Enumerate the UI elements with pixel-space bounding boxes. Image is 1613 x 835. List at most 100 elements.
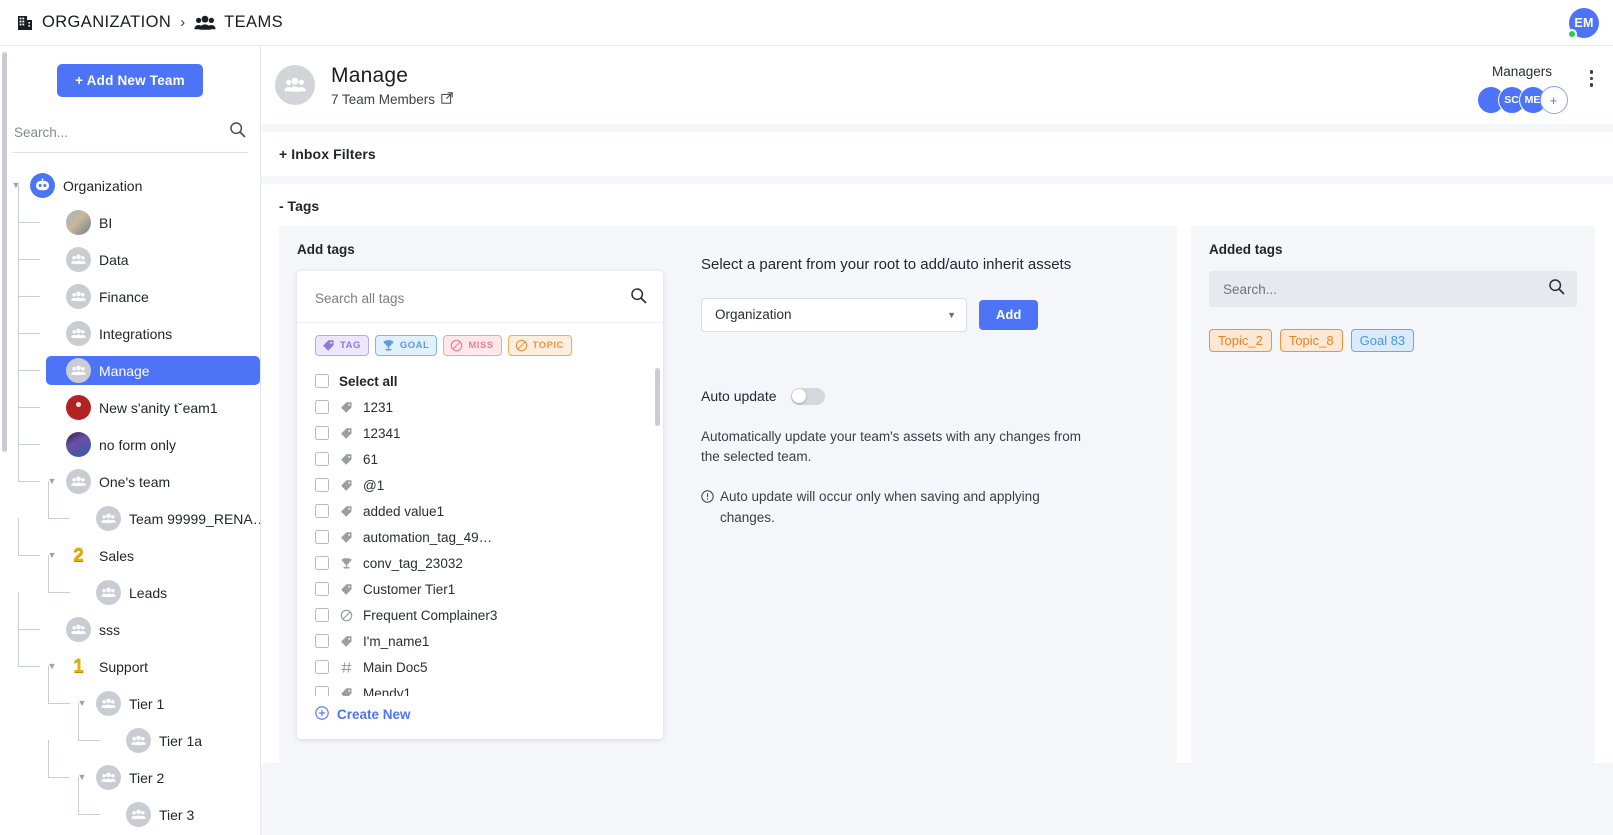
- sidebar-item-manage[interactable]: ▼ Manage: [0, 333, 260, 389]
- chevron-down-icon[interactable]: ▼: [10, 181, 22, 190]
- added-tags-search-input[interactable]: [1223, 281, 1540, 297]
- avatar[interactable]: EM: [1567, 7, 1599, 39]
- checkbox[interactable]: [315, 530, 329, 544]
- sidebar-item-tier-1[interactable]: ▼ Tier 1: [0, 666, 260, 722]
- search-icon[interactable]: [630, 287, 647, 309]
- tag-list-scrollbar[interactable]: [655, 368, 660, 426]
- tag-list-item[interactable]: automation_tag_49…: [297, 524, 663, 550]
- search-icon[interactable]: [1548, 278, 1565, 300]
- sidebar-item-one-s-team[interactable]: ▼ One's team: [0, 444, 260, 500]
- checkbox[interactable]: [315, 582, 329, 596]
- sidebar-item-hit[interactable]: ▼ Integrations: [46, 319, 260, 348]
- team-badge-number: 2: [73, 544, 84, 566]
- checkbox[interactable]: [315, 556, 329, 570]
- chevron-down-icon[interactable]: ▼: [947, 310, 956, 320]
- sidebar-item-hit[interactable]: ▼ 2 Sales: [46, 541, 260, 570]
- team-members-link[interactable]: 7 Team Members: [331, 92, 453, 107]
- checkbox[interactable]: [315, 478, 329, 492]
- tag-list-item[interactable]: @1: [297, 472, 663, 498]
- sidebar-item-hit[interactable]: ▼ Leads: [76, 578, 260, 607]
- sidebar-item-team-99999-rena[interactable]: ▼ Team 99999_RENA…: [0, 481, 260, 537]
- tag-list-item[interactable]: Frequent Complainer3: [297, 602, 663, 628]
- sidebar-item-hit[interactable]: ▼ Team 99999_RENA…: [76, 504, 260, 533]
- sidebar-item-tier-2[interactable]: ▼ Tier 2: [0, 740, 260, 796]
- add-button[interactable]: Add: [979, 299, 1039, 330]
- tag-search[interactable]: [297, 271, 663, 323]
- sidebar-item-hit[interactable]: ▼ One's team: [46, 467, 260, 496]
- sidebar-item-hit[interactable]: ▼ Tier 1a: [106, 726, 260, 755]
- section-tags-label[interactable]: - Tags: [279, 198, 1595, 214]
- sidebar-item-bi[interactable]: ▼ BI: [0, 185, 260, 241]
- sidebar-item-data[interactable]: ▼ Data: [0, 222, 260, 278]
- tag-list-item[interactable]: Customer Tier1: [297, 576, 663, 602]
- sidebar-item-no-form-only[interactable]: ▼ no form only: [0, 407, 260, 463]
- sidebar-item-support[interactable]: ▼ 1 Support: [0, 629, 260, 685]
- sidebar-item-sss[interactable]: ▼ sss: [0, 592, 260, 648]
- sidebar-item-tier-1a[interactable]: ▼ Tier 1a: [0, 703, 260, 759]
- sidebar-item-hit[interactable]: ▼ Tier 1: [76, 689, 260, 718]
- sidebar-item-tier-3[interactable]: ▼ Tier 3: [0, 777, 260, 833]
- sidebar-item-hit[interactable]: ▼ New s'anity tˇeam1: [46, 393, 260, 422]
- breadcrumb-item-teams[interactable]: TEAMS: [194, 13, 283, 32]
- checkbox[interactable]: [315, 504, 329, 518]
- sidebar-item-hit[interactable]: ▼ Manage: [46, 356, 260, 385]
- tag-filter-chip-miss[interactable]: MISS: [443, 335, 502, 356]
- added-tag-chip[interactable]: Goal 83: [1350, 329, 1415, 352]
- tag-list-item[interactable]: Main Doc5: [297, 654, 663, 680]
- external-link-icon[interactable]: [441, 91, 453, 107]
- tag-list-item-label: Main Doc5: [363, 659, 428, 675]
- search-icon[interactable]: [229, 121, 246, 143]
- checkbox[interactable]: [315, 634, 329, 648]
- tag-filter-chip-tag[interactable]: TAG: [315, 335, 369, 356]
- sidebar-item-sales[interactable]: ▼ 2 Sales: [0, 518, 260, 574]
- checkbox[interactable]: [315, 608, 329, 622]
- checkbox[interactable]: [315, 400, 329, 414]
- sidebar-item-hit[interactable]: ▼ sss: [46, 615, 260, 644]
- add-new-team-button[interactable]: + Add New Team: [57, 64, 203, 97]
- tag-filter-chip-goal[interactable]: GOAL: [374, 335, 438, 356]
- sidebar-item-hit[interactable]: ▼ no form only: [46, 430, 260, 459]
- added-tag-chip[interactable]: Topic_8: [1279, 329, 1343, 352]
- added-tags-search[interactable]: [1209, 271, 1577, 307]
- parent-select[interactable]: Organization ▼: [701, 297, 967, 332]
- sidebar-item-hit[interactable]: ▼ Tier 3: [106, 800, 260, 829]
- sidebar-item-hit[interactable]: ▼ Organization: [10, 171, 260, 200]
- sidebar-item-new-s-anity-t-eam1[interactable]: ▼ New s'anity tˇeam1: [0, 370, 260, 426]
- tag-select-all-row[interactable]: Select all: [297, 368, 663, 394]
- sidebar-item-organization[interactable]: ▼ Organization: [0, 167, 260, 204]
- sidebar-item-label: Tier 3: [159, 806, 195, 823]
- search-input[interactable]: [14, 124, 229, 140]
- sidebar-item-integrations[interactable]: ▼ Integrations: [0, 296, 260, 352]
- tag-filter-chip-topic[interactable]: TOPIC: [507, 335, 572, 356]
- sidebar-item-leads[interactable]: ▼ Leads: [0, 555, 260, 611]
- added-tag-chip[interactable]: Topic_2: [1209, 329, 1272, 352]
- create-new-tag-button[interactable]: Create New: [297, 696, 663, 739]
- checkbox[interactable]: [315, 686, 329, 696]
- breadcrumb-item-organization[interactable]: ORGANIZATION: [16, 13, 171, 32]
- tag-search-input[interactable]: [315, 290, 622, 306]
- sidebar-item-hit[interactable]: ▼ 1 Support: [46, 652, 260, 681]
- auto-update-toggle[interactable]: [790, 387, 825, 405]
- tree-connector: [18, 259, 40, 260]
- tag-list-item[interactable]: I'm_name1: [297, 628, 663, 654]
- checkbox[interactable]: [315, 374, 329, 388]
- checkbox[interactable]: [315, 426, 329, 440]
- add-manager-button[interactable]: +: [1539, 86, 1568, 114]
- checkbox[interactable]: [315, 452, 329, 466]
- tag-list-item[interactable]: added value1: [297, 498, 663, 524]
- sidebar-item-hit[interactable]: ▼ BI: [46, 208, 260, 237]
- sidebar-item-hit[interactable]: ▼ Finance: [46, 282, 260, 311]
- tag-list-item[interactable]: Mendy1: [297, 680, 663, 696]
- sidebar-search[interactable]: [12, 115, 248, 153]
- tag-list-item[interactable]: 61: [297, 446, 663, 472]
- section-inbox-filters[interactable]: + Inbox Filters: [261, 132, 1613, 176]
- tag-list-item[interactable]: conv_tag_23032: [297, 550, 663, 576]
- sidebar-item-hit[interactable]: ▼ Data: [46, 245, 260, 274]
- more-options-icon[interactable]: [1586, 64, 1598, 93]
- tag-list-item[interactable]: 12341: [297, 420, 663, 446]
- tree-connector-v: [48, 555, 49, 592]
- sidebar-item-finance[interactable]: ▼ Finance: [0, 259, 260, 315]
- checkbox[interactable]: [315, 660, 329, 674]
- sidebar-item-hit[interactable]: ▼ Tier 2: [76, 763, 260, 792]
- tag-list-item[interactable]: 1231: [297, 394, 663, 420]
